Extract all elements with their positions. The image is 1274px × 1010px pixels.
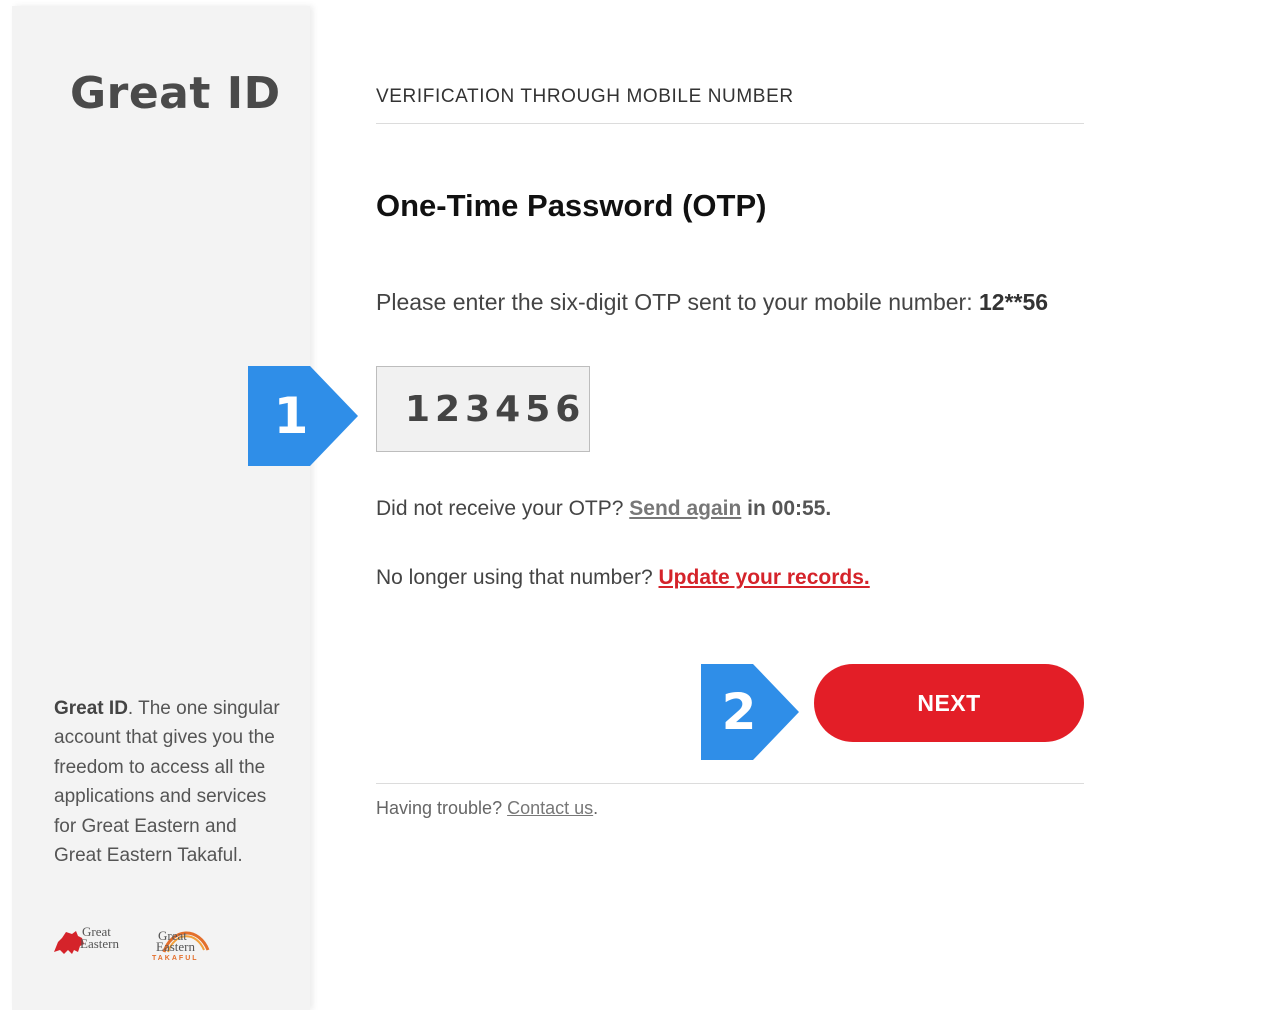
trouble-suffix: . — [593, 798, 599, 818]
ge-logo-line2: Eastern — [80, 936, 119, 951]
sidebar: Great ID Great ID. The one singular acco… — [12, 6, 310, 1010]
step-number: 1 — [273, 387, 309, 445]
blurb-text: . The one singular account that gives yo… — [54, 698, 280, 867]
header-divider — [376, 123, 1084, 124]
get-logo-line3: TAKAFUL — [152, 955, 199, 962]
otp-instruction: Please enter the six-digit OTP sent to y… — [376, 289, 1048, 316]
step-marker-2: 2 — [701, 664, 811, 764]
resend-countdown: in 00:55. — [741, 497, 832, 520]
great-eastern-takaful-logo: Great Eastern TAKAFUL — [150, 912, 214, 964]
brand-title: Great ID — [70, 68, 281, 119]
resend-otp-line: Did not receive your OTP? Send again in … — [376, 497, 831, 521]
section-label: VERIFICATION THROUGH MOBILE NUMBER — [376, 86, 794, 107]
step-marker-1: 1 — [248, 366, 358, 466]
trouble-prompt: Having trouble? — [376, 798, 508, 818]
update-records-line: No longer using that number? Update your… — [376, 566, 870, 590]
step-number: 2 — [721, 683, 757, 741]
footer-divider — [376, 783, 1084, 784]
contact-us-link[interactable]: Contact us — [507, 798, 593, 818]
update-records-link[interactable]: Update your records. — [659, 566, 870, 589]
great-eastern-logo: Great Eastern — [52, 914, 132, 960]
next-button[interactable]: NEXT — [814, 664, 1084, 742]
sidebar-description: Great ID. The one singular account that … — [54, 694, 284, 870]
otp-input[interactable] — [376, 366, 590, 452]
page-title: One-Time Password (OTP) — [376, 188, 767, 223]
records-prompt: No longer using that number? — [376, 566, 659, 589]
send-again-link[interactable]: Send again — [629, 497, 741, 520]
partner-logos: Great Eastern Great Eastern TAKAFUL — [52, 914, 252, 964]
blurb-brand: Great ID — [54, 698, 128, 719]
masked-mobile-number: 12**56 — [978, 289, 1049, 315]
get-logo-line2: Eastern — [156, 939, 195, 954]
instruction-text: Please enter the six-digit OTP sent to y… — [376, 289, 979, 315]
resend-prompt: Did not receive your OTP? — [376, 497, 630, 520]
help-line: Having trouble? Contact us. — [376, 798, 598, 819]
